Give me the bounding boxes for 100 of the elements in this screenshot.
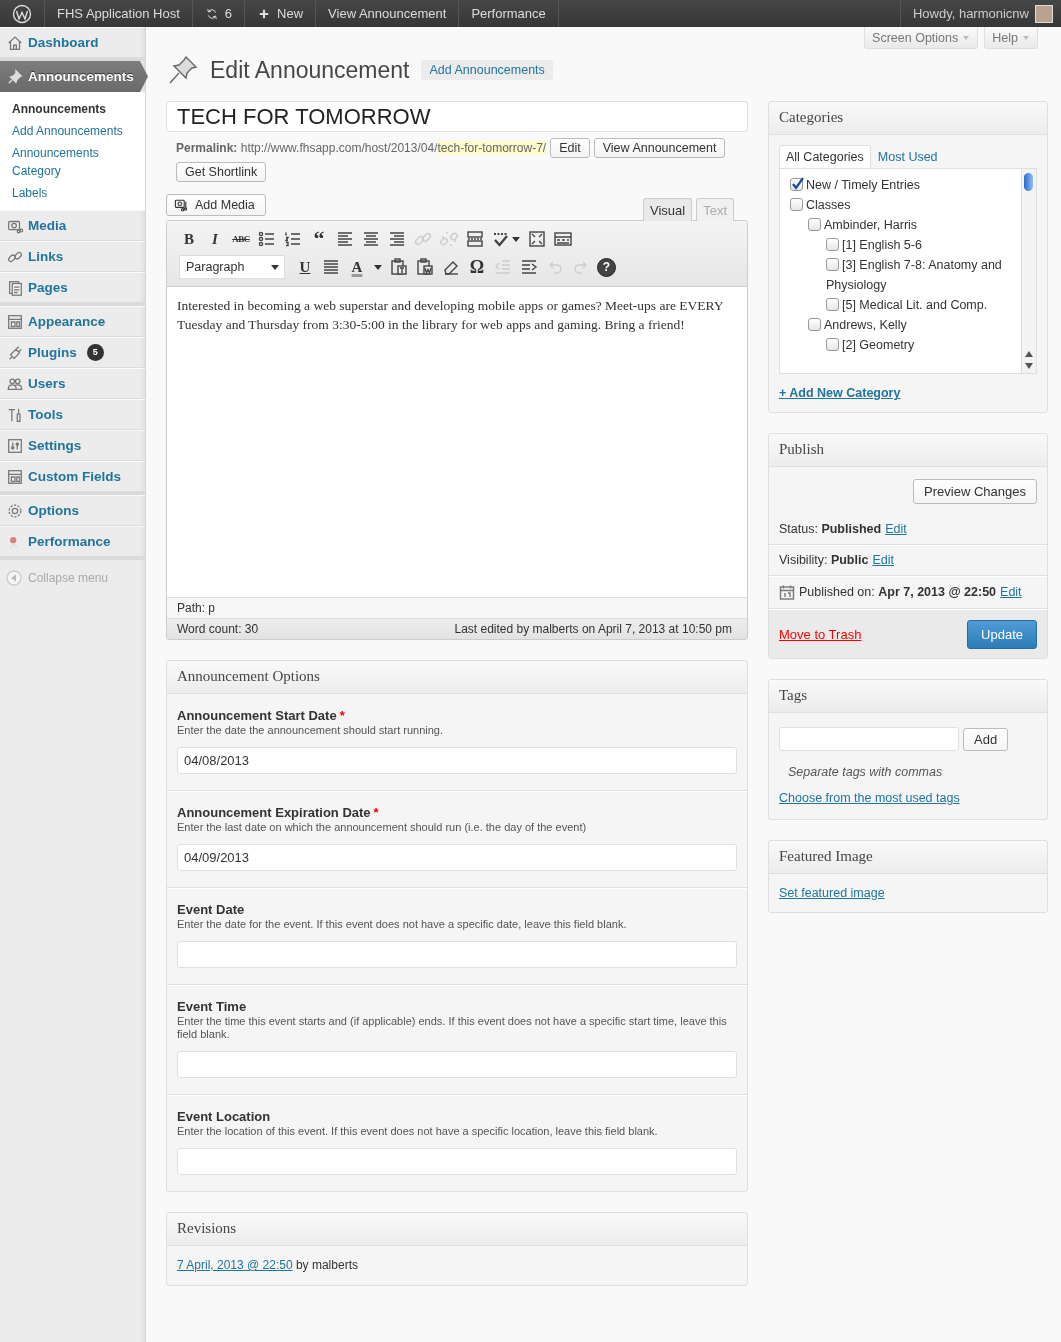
italic-button[interactable]: I xyxy=(205,230,225,248)
category-tab[interactable]: All Categories xyxy=(779,145,871,169)
input-field[interactable] xyxy=(177,1051,737,1078)
logo-icon[interactable] xyxy=(12,3,32,24)
admin-bar-link[interactable]: Performance xyxy=(459,0,559,27)
category-option[interactable]: Ambinder, Harris xyxy=(808,215,1014,235)
menu-item[interactable]: Tools xyxy=(0,399,145,430)
postbox-title: Publish xyxy=(769,434,1047,467)
align-right-icon[interactable] xyxy=(387,229,407,249)
category-option[interactable]: [3] English 7-8: Anatomy and Physiology xyxy=(826,255,1014,295)
checkbox[interactable] xyxy=(790,178,803,191)
add-new-button[interactable]: Add Announcements xyxy=(421,60,553,80)
admin-bar-link[interactable]: FHS Application Host xyxy=(45,0,193,27)
special-character-button[interactable]: Ω xyxy=(467,256,487,278)
category-tab[interactable]: Most Used xyxy=(870,145,945,168)
caret-icon xyxy=(373,263,383,271)
most-used-tags-link[interactable]: Choose from the most used tags xyxy=(779,791,960,805)
menu-item[interactable]: Plugins 5 xyxy=(0,337,145,368)
admin-bar-link[interactable]: New xyxy=(245,0,317,27)
submenu-link[interactable]: Announcements Category xyxy=(12,142,145,182)
admin-bar-link[interactable]: View Announcement xyxy=(316,0,460,27)
scrollbar[interactable] xyxy=(1021,169,1036,373)
revision-link[interactable]: 7 April, 2013 @ 22:50 xyxy=(177,1258,293,1272)
editor-tab[interactable]: Visual xyxy=(642,198,693,221)
read-more-icon[interactable] xyxy=(465,229,485,249)
menu-item[interactable]: Dashboard xyxy=(0,27,145,58)
field-description: Enter the location of this event. If this event does not have a specific location, leave this field blank. xyxy=(177,1125,659,1138)
strikethrough-button[interactable]: ABC xyxy=(231,234,251,244)
permalink-button[interactable]: View Announcement xyxy=(593,138,726,158)
menu-item[interactable]: Links xyxy=(0,241,145,272)
screen-meta-tab[interactable]: Screen Options xyxy=(864,27,979,49)
menu-item[interactable]: Options xyxy=(0,495,145,526)
element-path: Path: p xyxy=(167,597,747,618)
menu-item[interactable]: Appearance xyxy=(0,306,145,337)
category-option[interactable]: [5] Medical Lit. and Comp. xyxy=(826,295,1014,315)
set-featured-image-link[interactable]: Set featured image xyxy=(779,886,885,900)
checkbox[interactable] xyxy=(826,298,839,311)
align-center-icon[interactable] xyxy=(361,229,381,249)
postbox-title: Featured Image xyxy=(769,841,1047,874)
category-option[interactable]: New / Timely Entries xyxy=(790,175,1014,195)
permalink-button[interactable]: Edit xyxy=(550,138,590,158)
toolbar-toggle-icon[interactable] xyxy=(553,229,573,249)
add-tag-button[interactable]: Add xyxy=(963,727,1009,751)
underline-button[interactable]: U xyxy=(295,258,315,276)
input-field[interactable] xyxy=(177,941,737,968)
admin-bar-link[interactable]: 6 xyxy=(192,0,246,27)
checkbox[interactable] xyxy=(808,218,821,231)
publish-detail: Status: Published xyxy=(779,522,882,536)
menu-item[interactable]: Media xyxy=(0,210,145,241)
input-field[interactable] xyxy=(177,1148,737,1175)
add-category-link[interactable]: + Add New Category xyxy=(779,386,901,400)
submenu-link[interactable]: Announcements xyxy=(12,98,145,120)
format-dropdown[interactable]: Paragraph xyxy=(179,255,285,279)
justify-icon[interactable] xyxy=(321,257,341,277)
input-field[interactable]: 04/09/2013 xyxy=(177,844,737,871)
tag-input-field[interactable] xyxy=(779,727,959,751)
edit-link[interactable]: Edit xyxy=(885,522,907,536)
menu-item[interactable]: Performance xyxy=(0,526,145,557)
checkbox[interactable] xyxy=(826,338,839,351)
checkbox[interactable] xyxy=(790,198,803,211)
paste-word-icon[interactable] xyxy=(415,257,435,277)
preview-changes-button[interactable]: Preview Changes xyxy=(913,479,1037,504)
update-button[interactable]: Update xyxy=(967,620,1037,649)
field-label: Event Date xyxy=(177,902,246,917)
help-button[interactable]: ? xyxy=(597,257,616,277)
category-option[interactable]: Classes xyxy=(790,195,1014,215)
menu-item[interactable]: Users xyxy=(0,368,145,399)
greeting-link[interactable]: Howdy, harmonicnw xyxy=(912,6,1029,21)
category-option[interactable]: [2] Geometry xyxy=(826,335,1014,355)
screen-meta-tab[interactable]: Help xyxy=(984,27,1038,49)
caret-icon xyxy=(511,235,521,243)
menu-item[interactable]: Custom Fields xyxy=(0,461,145,492)
field-label: Event Time xyxy=(177,999,248,1014)
bullet-list-icon[interactable] xyxy=(257,229,277,249)
category-option[interactable]: [1] English 5-6 xyxy=(826,235,1014,255)
indent-icon[interactable] xyxy=(519,257,539,277)
post-title-field[interactable]: TECH FOR TOMORROW xyxy=(166,101,748,132)
fullscreen-icon[interactable] xyxy=(527,229,547,249)
bold-button[interactable]: B xyxy=(179,230,199,248)
editor-content[interactable]: Interested in becoming a web superstar and developing mobile apps or games? Meet-ups are EVERY Tuesday and Thursday from 3:30-5:00 in the library for web apps and gaming. Bring a friend! xyxy=(167,287,747,597)
align-left-icon[interactable] xyxy=(335,229,355,249)
category-option[interactable]: Andrews, Kelly xyxy=(808,315,1014,335)
text-color-button[interactable]: A xyxy=(347,258,367,276)
checkbox[interactable] xyxy=(826,238,839,251)
count-badge: 5 xyxy=(86,344,104,361)
add-media-button[interactable]: Add Media xyxy=(166,194,266,216)
menu-item[interactable]: Pages xyxy=(0,272,145,303)
blockquote-button[interactable]: “ xyxy=(309,229,329,249)
submenu-link[interactable]: Add Announcements xyxy=(12,120,145,142)
get-shortlink-button[interactable]: Get Shortlink xyxy=(176,162,267,182)
checkbox[interactable] xyxy=(826,258,839,271)
calendar-icon xyxy=(779,584,795,600)
submenu-link[interactable]: Labels xyxy=(12,182,145,204)
field-label: Event Location xyxy=(177,1109,272,1124)
edit-link[interactable]: Edit xyxy=(872,553,894,567)
paste-text-icon[interactable] xyxy=(389,257,409,277)
checkbox[interactable] xyxy=(808,318,821,331)
edit-link[interactable]: Edit xyxy=(1000,585,1022,599)
input-field[interactable]: 04/08/2013 xyxy=(177,747,737,774)
menu-item[interactable]: Settings xyxy=(0,430,145,461)
